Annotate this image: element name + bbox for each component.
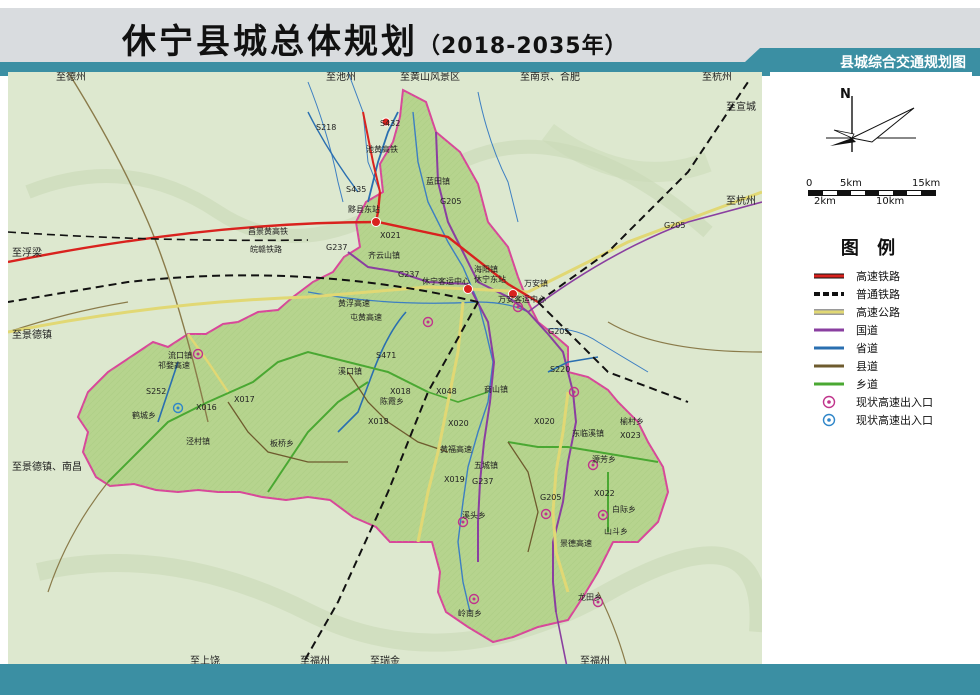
route-g237-north: G237	[326, 243, 347, 252]
place-xikou: 溪口镇	[338, 366, 362, 376]
label-huangshan: 至黄山风景区	[400, 72, 460, 83]
route-x048: X048	[436, 387, 457, 396]
place-haiyang: 海阳镇	[474, 264, 498, 274]
route-x018-a: X018	[390, 387, 411, 396]
place-shangxi: 商山镇	[484, 384, 508, 394]
route-s471: S471	[376, 351, 396, 360]
place-yixian-east: 黟县东站	[348, 204, 380, 214]
place-tiantou: 溪头乡	[462, 510, 486, 520]
route-g205-east: G205	[664, 221, 685, 230]
place-wanan-hub: 万安客运中心	[498, 294, 546, 304]
label-hangzhou-right: 至杭州	[726, 194, 756, 207]
scale-2km: 2km	[814, 196, 836, 207]
route-s435: S435	[346, 185, 366, 194]
scale-bar: 0 5km 15km 2km 10km	[806, 178, 940, 208]
scale-0: 0	[806, 178, 813, 189]
place-jiuyuan: 榆村乡	[620, 416, 644, 426]
place-baiji: 白际乡	[612, 504, 636, 514]
rail-qixiu: 祁婺高速	[158, 360, 190, 370]
compass-icon: N	[826, 87, 916, 152]
rail-chihuang: 池黄高铁	[366, 144, 398, 154]
place-xiuning-hub: 休宁客运中心	[422, 276, 470, 286]
place-wancheng: 万安镇	[524, 278, 548, 288]
place-banqiao: 板桥乡	[270, 438, 294, 448]
route-g205-south: G205	[540, 493, 561, 502]
route-s220: S220	[550, 365, 570, 374]
route-x017: X017	[234, 395, 255, 404]
place-qiyun: 齐云山镇	[368, 250, 400, 260]
place-liukou: 流口镇	[168, 350, 192, 360]
route-x020-a: X020	[448, 419, 469, 428]
place-yuqian: 屯黄高速	[350, 312, 382, 322]
label-nanjing: 至南京、合肥	[520, 72, 580, 83]
label-jingdezhen: 至景德镇	[12, 328, 52, 341]
label-chizhou: 至池州	[326, 72, 356, 83]
rail-changjiu: 昌景黄高铁	[248, 226, 288, 236]
route-s432: S432	[380, 119, 400, 128]
legend-panel: N 0 5km 15km 2km 10km 图 例 高速铁路 普通铁路 高速公路…	[770, 72, 972, 672]
scale-5km: 5km	[840, 178, 862, 189]
map-area: 至德州 至池州 至黄山风景区 至南京、合肥 至杭州 至宣城 至杭州 至浮梁 至景…	[8, 72, 762, 672]
header: 休宁县城总体规划（2018-2035年） 县城综合交通规划图	[0, 0, 980, 78]
place-jiaoshan: 鹤城乡	[132, 410, 156, 420]
route-x019: X019	[444, 475, 465, 484]
route-x023: X023	[620, 431, 641, 440]
place-lanxi: 蓝田镇	[426, 176, 450, 186]
map-subtitle: 县城综合交通规划图	[840, 55, 966, 71]
route-x022: X022	[594, 489, 615, 498]
title-text: 休宁县城总体规划	[122, 22, 418, 62]
label-fuliang: 至浮梁	[12, 246, 42, 259]
place-xiuning-east: 休宁东站	[474, 274, 506, 284]
place-lingnan: 岭南乡	[458, 608, 482, 618]
place-wucheng: 五城镇	[474, 460, 498, 470]
map-canvas: 至德州 至池州 至黄山风景区 至南京、合肥 至杭州 至宣城 至杭州 至浮梁 至景…	[8, 72, 762, 672]
route-s218: S218	[316, 123, 336, 132]
compass-north: N	[840, 87, 851, 102]
rail-wangan: 皖赣铁路	[250, 244, 282, 254]
route-g205-north: G205	[440, 197, 461, 206]
title-years: （2018-2035年）	[418, 34, 628, 59]
place-jingfu: 泾村镇	[186, 436, 210, 446]
station-yixian-east	[371, 217, 381, 227]
scale-10km: 10km	[876, 196, 905, 207]
label-jingdezhen-nanchang: 至景德镇、南昌	[12, 460, 82, 473]
place-huangfu-exp: 黄浮高速	[338, 298, 370, 308]
label-hangzhou-top: 至杭州	[702, 72, 732, 83]
place-jingde: 景德高速	[560, 538, 592, 548]
legend-title: 图 例	[840, 238, 902, 259]
route-x016: X016	[196, 403, 217, 412]
place-shuiling: 山斗乡	[604, 526, 628, 536]
label-xuancheng: 至宣城	[726, 100, 756, 113]
route-x018-b: X018	[368, 417, 389, 426]
footer-band	[0, 664, 980, 695]
rail-huangfu: 黄福高速	[440, 444, 472, 454]
route-s252: S252	[146, 387, 166, 396]
place-dongling: 东临溪镇	[572, 428, 604, 438]
page-title: 休宁县城总体规划（2018-2035年）	[122, 14, 628, 63]
label-dezhou: 至德州	[56, 72, 86, 83]
place-longtian: 龙田乡	[578, 592, 602, 602]
place-qidian: 陈霞乡	[380, 396, 404, 406]
route-g237-south: G237	[472, 477, 493, 486]
route-g237-mid: G237	[398, 270, 419, 279]
route-x021: X021	[380, 231, 401, 240]
route-g205-mid: G205	[548, 327, 569, 336]
route-x020-b: X020	[534, 417, 555, 426]
scale-15km: 15km	[912, 178, 941, 189]
place-mashe: 源芳乡	[592, 454, 616, 464]
